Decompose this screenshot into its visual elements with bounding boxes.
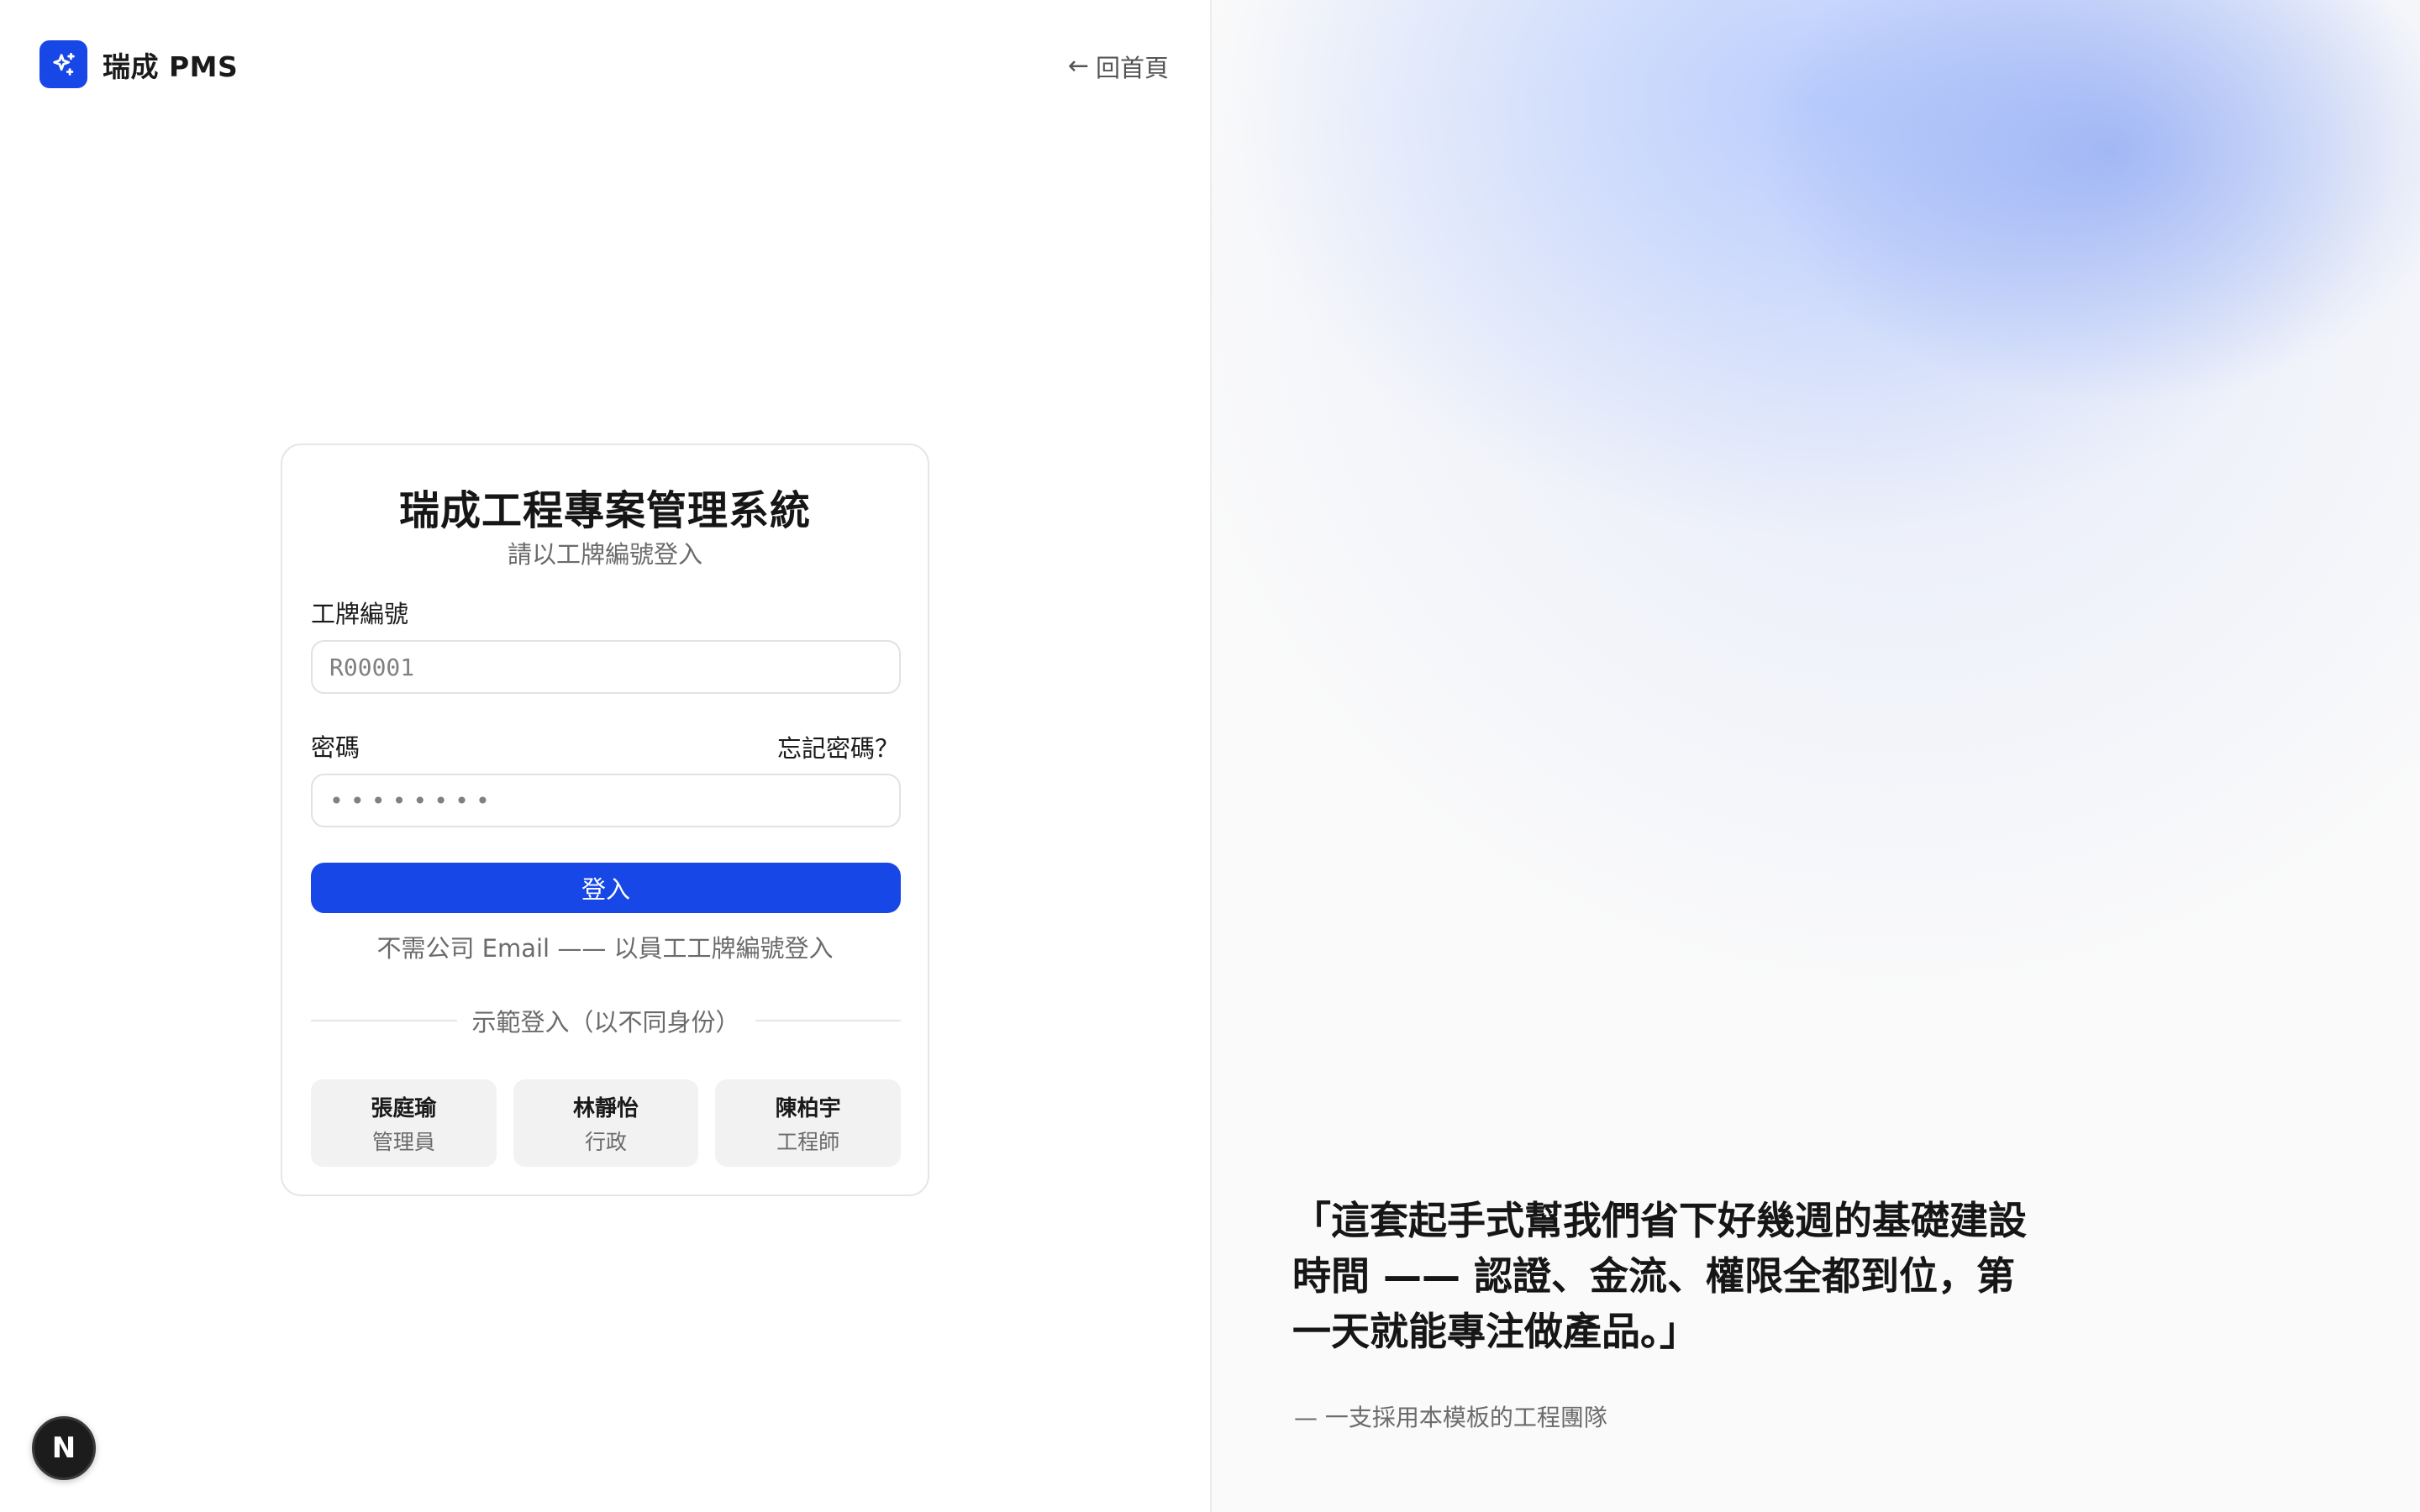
nextjs-dev-indicator-icon[interactable]: N bbox=[32, 1416, 96, 1480]
demo-login-engineer-button[interactable]: 陳柏宇 工程師 bbox=[715, 1079, 902, 1167]
brand[interactable]: 瑞成 PMS bbox=[39, 40, 238, 88]
demo-account-role: 行政 bbox=[585, 1130, 628, 1154]
divider-line-left bbox=[311, 1020, 457, 1021]
demo-account-name: 張庭瑜 bbox=[371, 1095, 437, 1121]
login-button[interactable]: 登入 bbox=[311, 863, 901, 913]
password-label: 密碼 bbox=[311, 733, 360, 762]
demo-accounts: 張庭瑜 管理員 林靜怡 行政 陳柏宇 工程師 bbox=[311, 1079, 902, 1167]
login-hint: 不需公司 Email —— 以員工工牌編號登入 bbox=[376, 934, 834, 963]
demo-account-name: 陳柏宇 bbox=[775, 1095, 841, 1121]
back-home-link[interactable]: ← 回首頁 bbox=[1068, 49, 1169, 84]
testimonial-quote: 「這套起手式幫我們省下好幾週的基礎建設時間 —— 認證、金流、權限全都到位，第一… bbox=[1292, 1198, 2027, 1354]
brand-name: 瑞成 PMS bbox=[103, 50, 239, 83]
badge-number-input[interactable] bbox=[311, 640, 901, 694]
back-home-label: 回首頁 bbox=[1095, 54, 1169, 82]
badge-number-label: 工牌編號 bbox=[311, 600, 409, 628]
demo-divider: 示範登入（以不同身份） bbox=[311, 1003, 902, 1038]
demo-login-admin-staff-button[interactable]: 林靜怡 行政 bbox=[513, 1079, 699, 1167]
demo-divider-label: 示範登入（以不同身份） bbox=[471, 1008, 740, 1037]
login-card: 瑞成工程專案管理系統 請以工牌編號登入 工牌編號 密碼 忘記密碼？ 登入 不需公… bbox=[281, 444, 929, 1196]
testimonial-panel: 「這套起手式幫我們省下好幾週的基礎建設時間 —— 認證、金流、權限全都到位，第一… bbox=[1210, 0, 2420, 1512]
demo-account-name: 林靜怡 bbox=[573, 1095, 639, 1121]
page-subtitle: 請以工牌編號登入 bbox=[507, 540, 702, 569]
forgot-password-link[interactable]: 忘記密碼？ bbox=[777, 729, 899, 764]
sparkles-icon bbox=[39, 40, 87, 88]
demo-account-role: 管理員 bbox=[371, 1130, 435, 1154]
login-panel: 瑞成 PMS ← 回首頁 瑞成工程專案管理系統 請以工牌編號登入 工牌編號 密碼… bbox=[0, 0, 1210, 1512]
page-title: 瑞成工程專案管理系統 bbox=[398, 487, 811, 534]
divider-line-right bbox=[755, 1020, 902, 1021]
arrow-left-icon: ← bbox=[1067, 51, 1089, 81]
demo-account-role: 工程師 bbox=[776, 1130, 840, 1154]
demo-login-admin-button[interactable]: 張庭瑜 管理員 bbox=[311, 1079, 497, 1167]
testimonial-author: — 一支採用本模板的工程團隊 bbox=[1294, 1404, 1607, 1431]
password-input[interactable] bbox=[311, 774, 901, 827]
